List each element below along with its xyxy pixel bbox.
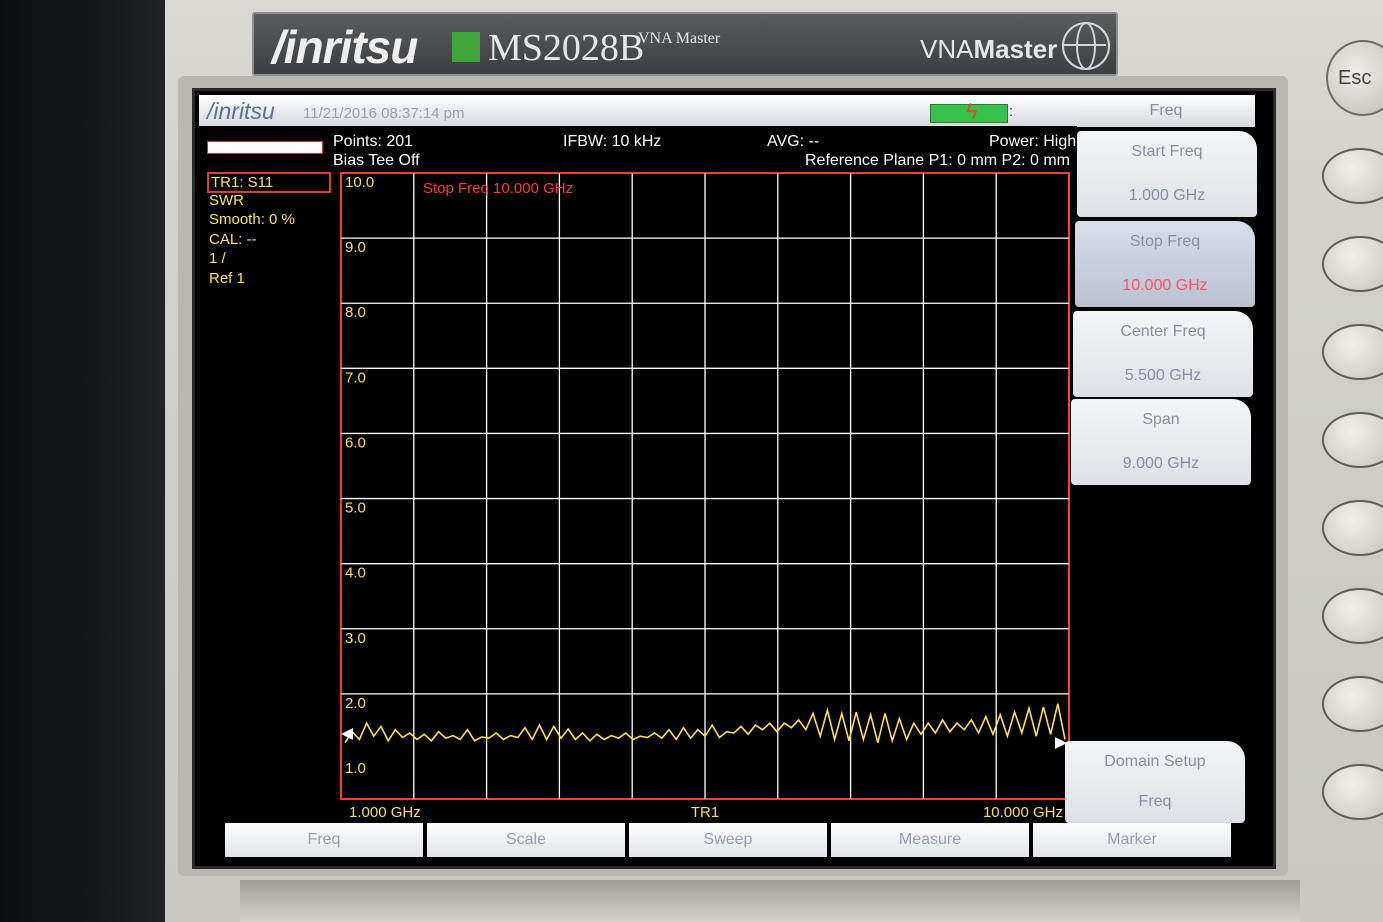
datetime: 11/21/2016 08:37:14 pm	[303, 105, 465, 122]
instrument-display: /inritsu 11/21/2016 08:37:14 pm ϟ : Poin…	[192, 88, 1276, 869]
softkey-value: Freq	[1138, 793, 1172, 810]
anritsu-logo: /inritsu	[272, 21, 418, 73]
battery-separator: :	[1009, 103, 1014, 120]
softkey-value: 9.000 GHz	[1122, 455, 1200, 472]
instrument-nameplate: /inritsu MS2028B VNA Master VNAMaster	[252, 12, 1118, 76]
y-tick-label: 10.0	[345, 174, 374, 191]
brand-green-square	[452, 32, 480, 62]
swr-plot: 10.0 9.0 8.0 7.0 6.0 5.0 4.0 3.0 2.0 1.0 Stop Fre…	[340, 172, 1070, 821]
y-tick-label: 1.0	[345, 760, 366, 777]
y-tick-label: 2.0	[345, 695, 366, 712]
trace-format: SWR	[209, 192, 244, 209]
x-center-label: TR1	[691, 804, 719, 821]
stop-freq-softkey[interactable]: Stop Freq 10.000 GHz	[1075, 221, 1255, 307]
domain-setup-softkey[interactable]: Domain Setup Freq	[1065, 741, 1245, 823]
menu-marker[interactable]: Marker	[1033, 823, 1231, 857]
trace-selector[interactable]: TR1: S11	[207, 172, 331, 193]
softkey-label: Domain Setup	[1104, 753, 1206, 770]
main-menu-bar: Freq Scale Sweep Measure Marker	[225, 823, 1241, 857]
reference-level: Ref 1	[209, 270, 245, 287]
softkey-value: 10.000 GHz	[1122, 277, 1208, 294]
product-suffix: Master	[973, 34, 1058, 64]
menu-measure[interactable]: Measure	[831, 823, 1029, 857]
model-subtitle: VNA Master	[638, 30, 721, 47]
softkey-label: Span	[1142, 411, 1180, 428]
ifbw-status: IFBW: 10 kHz	[563, 133, 662, 150]
x-stop-label: 10.000 GHz	[983, 804, 1063, 821]
calibration-status: CAL: --	[209, 231, 257, 248]
smith-chart-globe-icon	[1062, 22, 1110, 70]
y-tick-label: 7.0	[345, 369, 366, 386]
averaging-status: AVG: --	[767, 133, 820, 150]
product-prefix: VNA	[920, 34, 974, 64]
softkey-value: 5.500 GHz	[1124, 367, 1202, 384]
softkey-label: Start Freq	[1131, 143, 1203, 160]
bias-tee-status: Bias Tee Off	[333, 152, 420, 169]
menu-sweep[interactable]: Sweep	[629, 823, 827, 857]
menu-freq[interactable]: Freq	[225, 823, 423, 857]
y-tick-label: 5.0	[345, 500, 366, 517]
softkey-label: Stop Freq	[1129, 233, 1201, 250]
product-name: VNAMaster	[920, 34, 1057, 65]
trace-legend-swatch	[207, 141, 323, 154]
x-start-label: 1.000 GHz	[349, 804, 421, 821]
menu-scale[interactable]: Scale	[427, 823, 625, 857]
instrument-bottom-edge	[240, 880, 1300, 922]
power-status: Power: High	[989, 133, 1077, 150]
y-tick-label: 8.0	[345, 304, 366, 321]
stop-freq-annotation: Stop Freq 10.000 GHz	[423, 180, 573, 197]
center-freq-softkey[interactable]: Center Freq 5.500 GHz	[1073, 311, 1253, 397]
reference-plane-status: Reference Plane P1: 0 mm P2: 0 mm	[805, 152, 1070, 169]
model-number: MS2028B	[488, 27, 645, 69]
y-tick-label: 4.0	[345, 565, 366, 582]
start-freq-softkey[interactable]: Start Freq 1.000 GHz	[1077, 131, 1257, 217]
softkey-menu: Freq Start Freq 1.000 GHz Stop Freq 10.0…	[1065, 95, 1267, 859]
softkey-label: Center Freq	[1120, 323, 1206, 340]
y-tick-label: 9.0	[345, 239, 366, 256]
y-tick-label: 3.0	[345, 630, 366, 647]
points-status: Points: 201	[333, 133, 414, 150]
charging-bolt-icon: ϟ	[966, 99, 978, 124]
smoothing-status: Smooth: 0 %	[209, 211, 295, 228]
softkey-menu-title: Freq	[1077, 95, 1255, 127]
display-logo: /inritsu	[207, 98, 275, 124]
span-softkey[interactable]: Span 9.000 GHz	[1071, 399, 1251, 485]
title-bar: /inritsu 11/21/2016 08:37:14 pm ϟ :	[199, 95, 1081, 126]
y-tick-label: 6.0	[345, 434, 366, 451]
softkey-value: 1.000 GHz	[1128, 187, 1206, 204]
scale-per-div: 1 /	[209, 250, 226, 267]
